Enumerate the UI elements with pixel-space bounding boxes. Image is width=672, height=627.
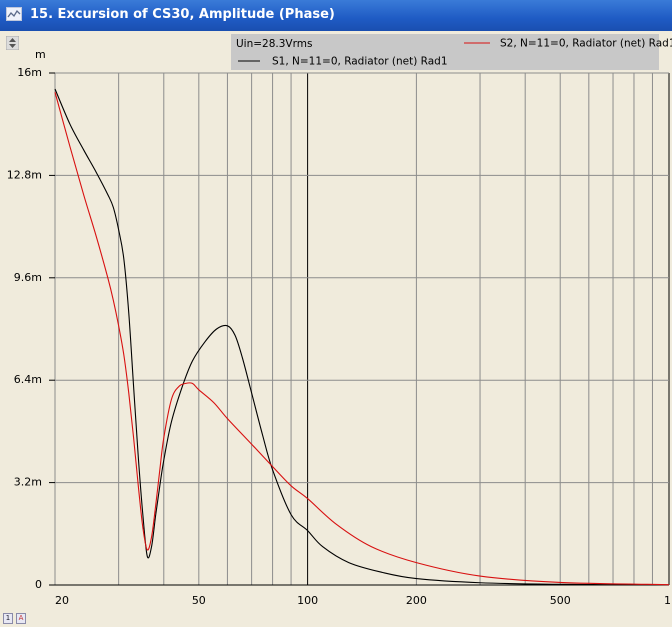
foot-marker-button[interactable]: A <box>16 613 26 624</box>
chart-panel <box>0 31 672 627</box>
window-title: 15. Excursion of CS30, Amplitude (Phase) <box>30 7 335 22</box>
window-titlebar[interactable]: 15. Excursion of CS30, Amplitude (Phase) <box>0 0 672 31</box>
chart-window-icon <box>6 7 22 21</box>
scroll-up-down-icon[interactable] <box>6 36 19 50</box>
foot-number-button[interactable]: 1 <box>3 613 13 624</box>
